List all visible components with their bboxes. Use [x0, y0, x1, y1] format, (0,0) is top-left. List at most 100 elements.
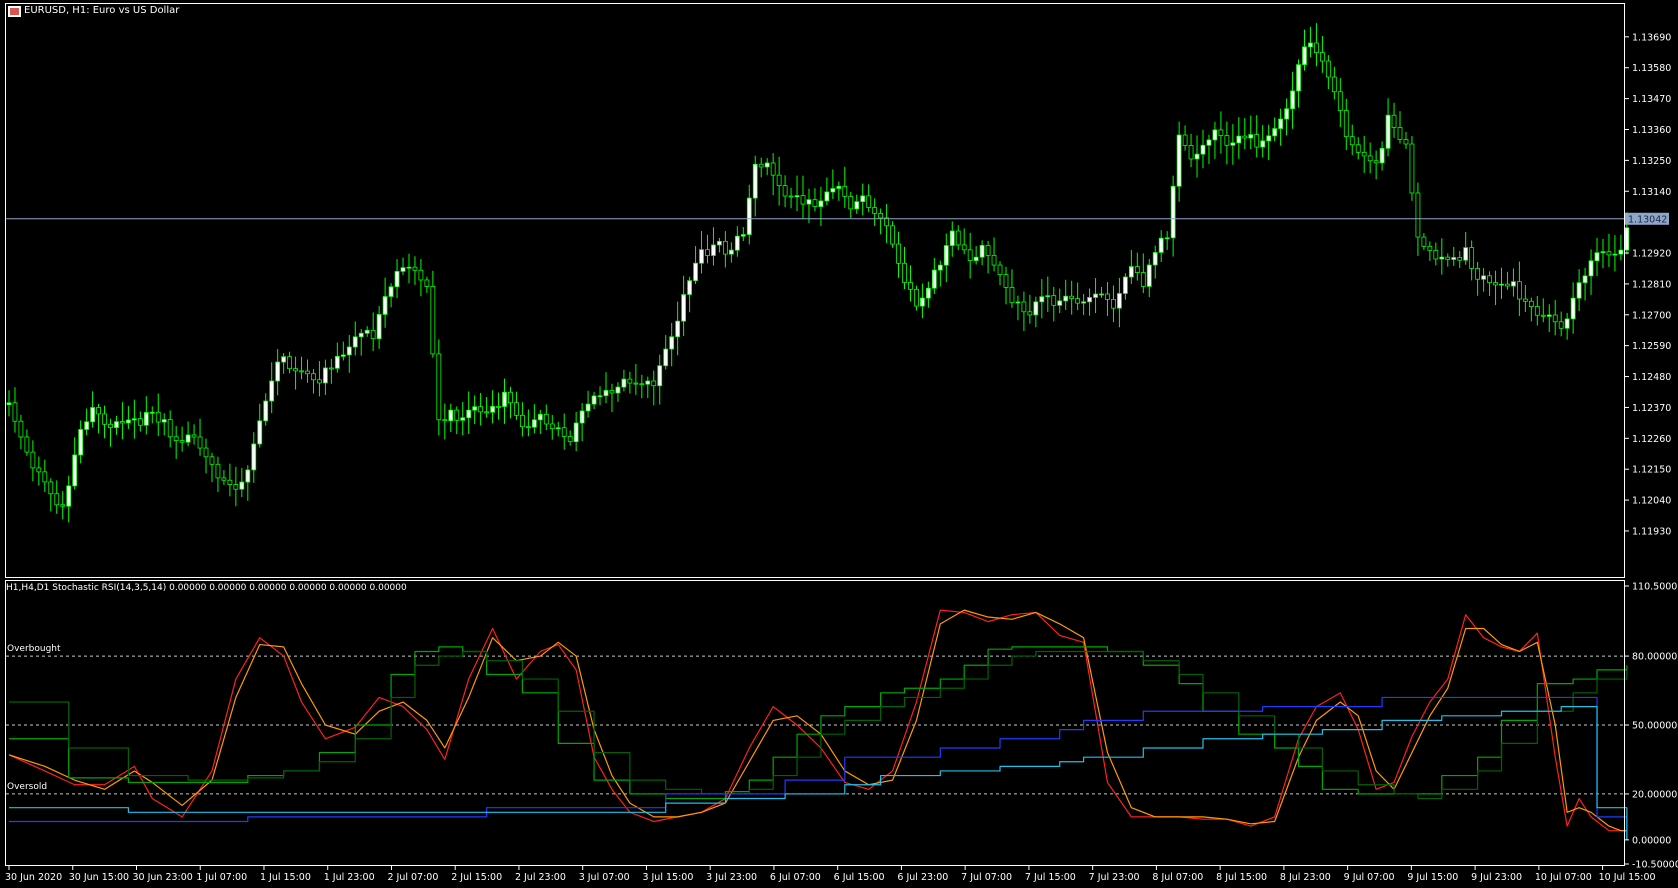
indicator-tick-label: 110.50000 — [1632, 582, 1678, 593]
candle-body — [693, 262, 698, 282]
candle-body — [931, 269, 937, 289]
time-tick-label: 9 Jul 23:00 — [1471, 872, 1522, 883]
candle-body — [842, 185, 848, 197]
candle-body — [1033, 301, 1039, 316]
candle-body — [788, 195, 794, 198]
candle-body — [382, 296, 388, 315]
candle-body — [126, 419, 131, 424]
candle-body — [1606, 251, 1612, 256]
candle-body — [1075, 298, 1081, 304]
candle-body — [567, 436, 573, 443]
candle-body — [961, 244, 967, 251]
candle-body — [227, 479, 233, 485]
candle-body — [1194, 153, 1200, 160]
price-tick-label: 1.13580 — [1632, 63, 1671, 74]
time-tick-label: 1 Jul 23:00 — [324, 872, 375, 883]
candle-body — [1170, 185, 1176, 239]
candle-body — [591, 395, 597, 405]
candle-body — [1534, 306, 1540, 316]
candle-body — [149, 411, 155, 414]
candle-body — [84, 421, 90, 430]
candle-body — [1564, 318, 1570, 329]
candle-body — [1111, 298, 1116, 309]
candle-body — [1158, 237, 1164, 253]
candle-body — [430, 286, 436, 355]
candle-body — [627, 378, 633, 384]
candle-body — [734, 235, 740, 251]
candle-body — [102, 413, 107, 425]
candle-body — [1331, 76, 1337, 93]
candle-body — [448, 409, 454, 422]
candle-body — [400, 267, 406, 272]
candle-body — [1337, 91, 1343, 111]
candle-body — [1278, 118, 1284, 129]
candle-body — [1325, 60, 1331, 78]
time-tick-label: 7 Jul 23:00 — [1089, 872, 1140, 883]
candle-body — [1176, 134, 1182, 187]
candle-body — [54, 493, 60, 506]
candle-body — [143, 412, 149, 426]
candle-body — [1469, 247, 1475, 269]
indicator-tick-label: -10.50000 — [1632, 860, 1678, 871]
candle-body — [478, 406, 484, 413]
candle-body — [1212, 129, 1218, 141]
candle-body — [370, 329, 376, 340]
candle-body — [1284, 108, 1289, 120]
candle-body — [1063, 295, 1069, 302]
candle-body — [1505, 283, 1510, 287]
candle-body — [42, 471, 48, 483]
candle-body — [48, 481, 54, 495]
candle-body — [78, 429, 84, 456]
time-tick-label: 8 Jul 23:00 — [1280, 872, 1331, 883]
time-tick-label: 9 Jul 15:00 — [1407, 872, 1458, 883]
candle-body — [388, 286, 394, 297]
candle-body — [949, 230, 955, 246]
indicator-tick-label: 0.00000 — [1632, 835, 1671, 846]
candle-body — [1045, 295, 1051, 298]
candle-body — [1481, 275, 1486, 280]
candle-body — [1164, 237, 1170, 240]
indicator-tick-label: 50.00000 — [1632, 721, 1677, 732]
candle-body — [1487, 275, 1492, 284]
candle-body — [1427, 245, 1433, 251]
time-tick-label: 8 Jul 15:00 — [1216, 872, 1267, 883]
candle-body — [573, 422, 579, 443]
candle-body — [454, 409, 460, 421]
candle-body — [549, 423, 555, 430]
candle-body — [1260, 140, 1266, 148]
candle-body — [514, 402, 519, 416]
candle-body — [269, 380, 275, 402]
time-tick-label: 9 Jul 07:00 — [1344, 872, 1395, 883]
candle-body — [1528, 300, 1534, 307]
candle-body — [1021, 301, 1027, 313]
candle-body — [1409, 143, 1415, 194]
candle-body — [1296, 64, 1301, 92]
candle-body — [1093, 293, 1098, 298]
candle-body — [131, 418, 137, 421]
candle-body — [36, 467, 42, 473]
candle-body — [96, 407, 101, 415]
candle-body — [215, 463, 221, 479]
candle-body — [352, 336, 358, 348]
candle-body — [1302, 46, 1307, 65]
candle-body — [830, 188, 836, 193]
candle-body — [1433, 249, 1439, 260]
candle-body — [1015, 301, 1021, 304]
price-tick-label: 1.12700 — [1632, 310, 1671, 321]
candle-body — [663, 348, 669, 367]
price-tick-label: 1.12920 — [1632, 249, 1671, 260]
candle-body — [1105, 293, 1110, 300]
candle-body — [866, 195, 872, 208]
candle-body — [191, 434, 197, 438]
candle-body — [1218, 129, 1224, 136]
candle-body — [728, 249, 734, 255]
candle-body — [537, 413, 543, 421]
time-tick-label: 6 Jul 23:00 — [897, 872, 948, 883]
candle-body — [609, 390, 615, 394]
candle-body — [1493, 282, 1498, 286]
chart-window-icon[interactable] — [8, 6, 21, 17]
candle-body — [1463, 247, 1469, 261]
candle-body — [525, 426, 531, 429]
candle-body — [1540, 314, 1546, 317]
candle-body — [1320, 52, 1325, 62]
